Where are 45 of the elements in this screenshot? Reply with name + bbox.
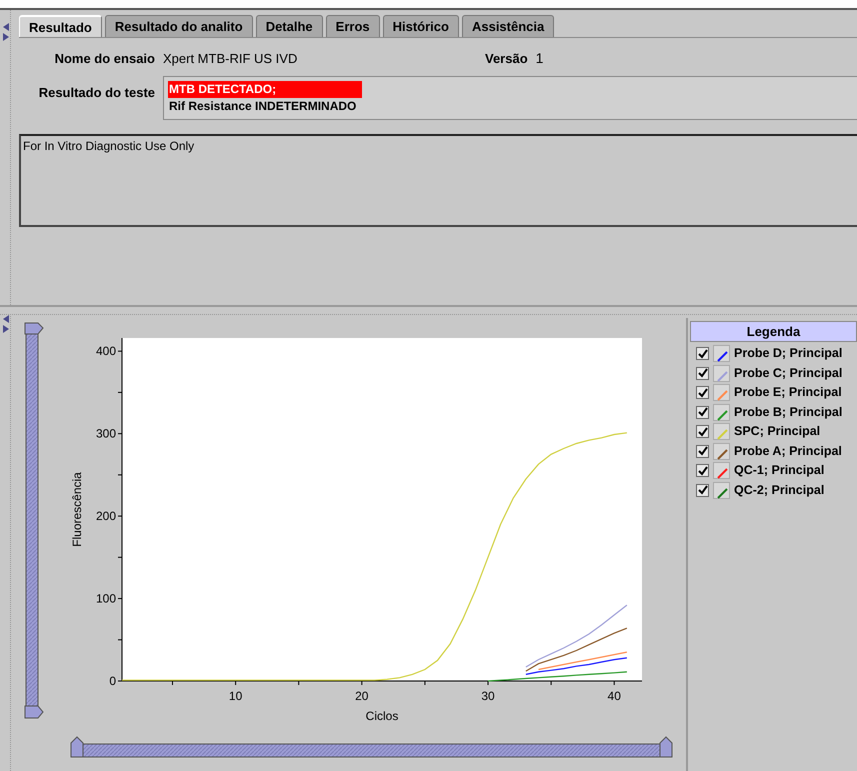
tick-label: 10 (228, 689, 242, 703)
checkbox[interactable] (696, 425, 709, 438)
legend-label: Probe A; Principal (734, 442, 842, 460)
checkbox[interactable] (696, 406, 709, 419)
tab[interactable]: Histórico (382, 15, 459, 37)
field-label: Versão (485, 50, 528, 68)
result-line: Rif Resistance INDETERMINADO (168, 98, 358, 115)
tab[interactable]: Resultado (19, 15, 102, 37)
legend-label: Probe C; Principal (734, 364, 842, 382)
axis-title: Ciclos (366, 709, 398, 723)
tab[interactable]: Resultado do analito (104, 15, 253, 37)
notes-text: For In Vitro Diagnostic Use Only (19, 134, 857, 227)
legend-label: Probe D; Principal (734, 345, 842, 362)
axis-title: Fluorescência (70, 472, 84, 547)
tick-label: 30 (481, 689, 495, 703)
legend-title: Legenda (690, 321, 857, 342)
checkbox[interactable] (696, 444, 709, 458)
checkbox[interactable] (696, 347, 709, 360)
tick-label: 200 (96, 509, 116, 524)
tick-label: 20 (355, 689, 368, 703)
tick-label: 300 (96, 426, 116, 441)
tick-label: 400 (96, 344, 116, 358)
vertical-scrollbar[interactable] (24, 322, 44, 720)
splitter-arrows-icon[interactable] (2, 22, 10, 42)
tick-label: 40 (608, 689, 621, 703)
tick-label: 100 (96, 592, 116, 606)
field-value: 1 (536, 49, 544, 68)
tab[interactable]: Detalhe (256, 15, 323, 37)
checkbox[interactable] (696, 484, 709, 497)
legend-label: QC-2; Principal (734, 482, 824, 499)
checkbox[interactable] (696, 464, 709, 478)
field-value: Xpert MTB-RIF US IVD (163, 50, 298, 68)
tab[interactable]: Erros (326, 15, 380, 37)
legend-label: SPC; Principal (734, 423, 820, 440)
horizontal-scrollbar[interactable] (70, 735, 673, 759)
checkbox[interactable] (696, 386, 709, 400)
legend-label: Probe B; Principal (734, 404, 842, 421)
tab[interactable]: Assistência (462, 15, 554, 37)
tick-label: 0 (109, 674, 116, 688)
legend-label: Probe E; Principal (734, 384, 842, 402)
checkbox[interactable] (696, 366, 709, 380)
field-label: Resultado do teste (38, 84, 156, 102)
splitter-arrows-icon[interactable] (2, 314, 10, 334)
legend-label: QC-1; Principal (734, 462, 824, 480)
field-label: Nome do ensaio (54, 50, 156, 68)
